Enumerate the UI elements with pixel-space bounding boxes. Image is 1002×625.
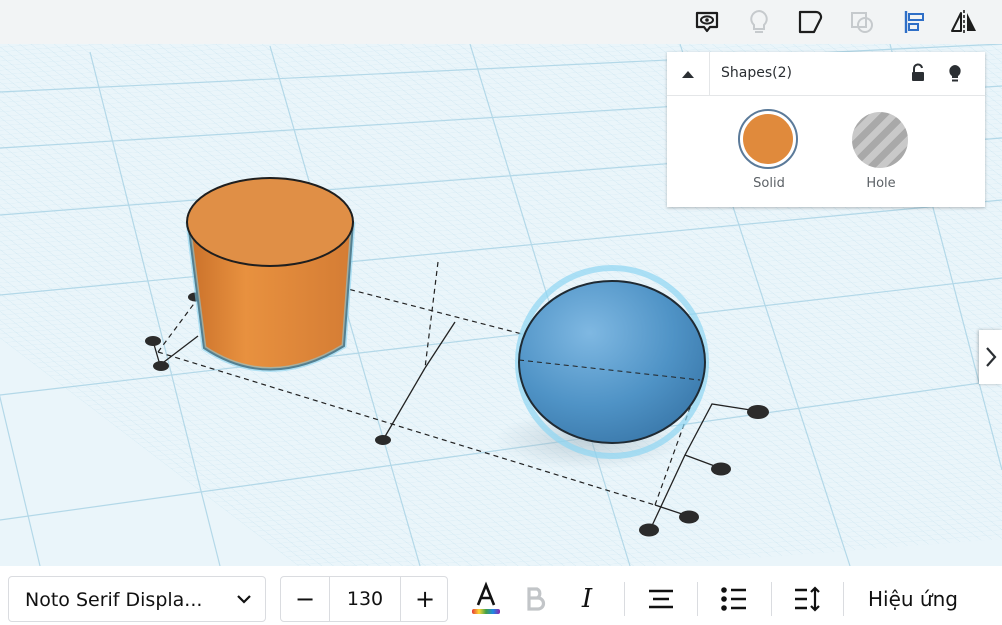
chevron-down-icon [237, 595, 251, 604]
mirror-icon[interactable] [946, 4, 982, 40]
solid-swatch[interactable] [738, 109, 798, 169]
group-shapes-icon[interactable] [792, 4, 828, 40]
bold-button[interactable] [516, 578, 556, 620]
show-all-eye-icon[interactable] [689, 4, 725, 40]
align-center-button[interactable] [641, 578, 681, 620]
inspector-title: Shapes(2) [721, 65, 792, 81]
hole-swatch[interactable] [852, 112, 908, 168]
font-size-value[interactable]: 130 [329, 577, 401, 621]
solid-color-fill [743, 114, 793, 164]
text-format-toolbar: Noto Serif Displa... − 130 + I Hiệu ứng [0, 566, 1002, 625]
bullet-list-button[interactable] [714, 578, 754, 620]
decrease-size-button[interactable]: − [281, 577, 329, 621]
effects-button[interactable]: Hiệu ứng [868, 578, 958, 620]
font-family-select[interactable]: Noto Serif Displa... [8, 576, 266, 622]
top-toolbar [0, 0, 1002, 44]
font-size-stepper: − 130 + [280, 576, 448, 622]
hint-lightbulb-icon[interactable] [741, 4, 777, 40]
bullet-list-icon [721, 587, 746, 611]
hole-label: Hole [866, 176, 896, 191]
align-center-icon [649, 589, 673, 609]
expand-side-panel-button[interactable] [979, 330, 1002, 384]
line-spacing-icon [795, 586, 820, 612]
shape-inspector-panel: Shapes(2) Solid Hole [667, 52, 985, 207]
ungroup-shapes-icon[interactable] [844, 4, 880, 40]
collapse-panel-button[interactable] [667, 52, 710, 95]
chevron-right-icon [985, 347, 996, 367]
divider [843, 582, 844, 616]
unlock-icon[interactable] [906, 61, 930, 85]
cylinder-shape[interactable] [185, 177, 356, 372]
line-spacing-button[interactable] [788, 578, 828, 620]
divider [771, 582, 772, 616]
text-color-icon [472, 581, 500, 614]
lightbulb-icon[interactable] [943, 61, 967, 85]
divider [697, 582, 698, 616]
divider [624, 582, 625, 616]
bold-icon [527, 587, 546, 611]
align-icon[interactable] [896, 4, 932, 40]
inspector-header: Shapes(2) [667, 52, 985, 96]
italic-button[interactable]: I [567, 578, 607, 620]
font-family-value: Noto Serif Displa... [25, 589, 203, 611]
increase-size-button[interactable]: + [401, 577, 449, 621]
solid-label: Solid [753, 176, 785, 191]
caret-up-icon [682, 70, 694, 78]
text-color-button[interactable] [466, 578, 506, 620]
